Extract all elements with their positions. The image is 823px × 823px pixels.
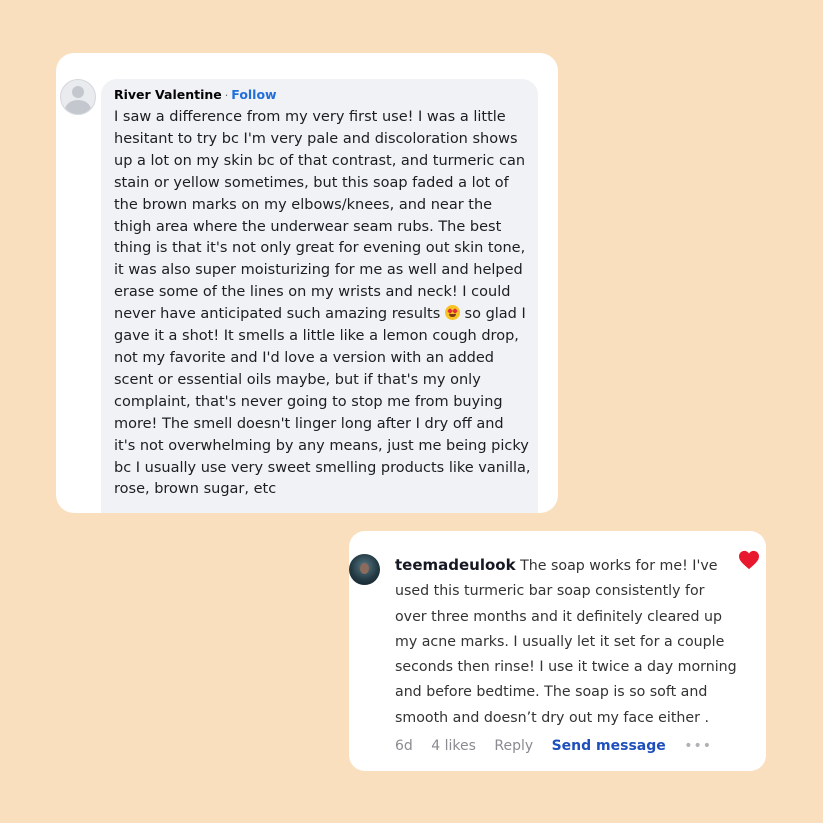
comment-line: thigh area where the underwear seam rubs… xyxy=(114,218,502,235)
comment-actions: 6d 4 likes Reply Send message ••• xyxy=(395,738,726,754)
heart-eyes-emoji-icon xyxy=(444,305,460,321)
facebook-comment-card: River Valentine · Follow I saw a differenc… xyxy=(56,53,558,513)
comment-line: erase some of the lines on my wrists and… xyxy=(114,284,511,301)
comment-content: teemadeulook The soap works for me! I've… xyxy=(395,553,737,731)
comment-line: used this turmeric bar soap consistently… xyxy=(395,583,705,600)
comment-line: smooth and doesn’t dry out my face eithe… xyxy=(395,709,709,726)
comment-line-with-emoji: never have anticipated such amazing resu… xyxy=(114,304,526,326)
commenter-username[interactable]: teemadeulook xyxy=(395,556,516,574)
like-count[interactable]: 4 likes xyxy=(431,738,476,754)
comment-line: stain or yellow sometimes, but this soap… xyxy=(114,174,509,191)
comment-line: more! The smell doesn't linger long afte… xyxy=(114,415,504,432)
send-message-button[interactable]: Send message xyxy=(552,738,666,754)
comment-line: my acne marks. I usually let it set for … xyxy=(395,633,725,650)
comment-time: 6d xyxy=(395,738,413,754)
comment-first-line: teemadeulook The soap works for me! I've xyxy=(395,553,720,579)
comment-line: it was also super moisturizing for me as… xyxy=(114,262,523,279)
separator-dot: · xyxy=(224,89,229,102)
comment-line: over three months and it definitely clea… xyxy=(395,608,723,625)
comment-line: hesitant to try bc I'm very pale and dis… xyxy=(114,130,518,147)
comment-line: bc I usually use very sweet smelling pro… xyxy=(114,459,531,476)
comment-line-part: The soap works for me! I've xyxy=(520,558,718,574)
like-heart-icon[interactable] xyxy=(738,550,760,572)
comment-line: up a lot on my skin bc of that contrast,… xyxy=(114,152,526,169)
comment-text: I saw a difference from my very first us… xyxy=(114,107,531,501)
comment-line-part: never have anticipated such amazing resu… xyxy=(114,306,441,323)
comment-line: the brown marks on my elbows/knees, and … xyxy=(114,196,493,213)
comment-line: thing is that it's not only great for ev… xyxy=(114,240,526,257)
user-avatar[interactable] xyxy=(349,554,380,585)
comment-line: it's not overwhelming by any means, just… xyxy=(114,437,529,454)
comment-line: seconds then rinse! I use it twice a day… xyxy=(395,659,737,676)
more-options-icon[interactable]: ••• xyxy=(684,738,712,754)
comment-line: gave it a shot! It smells a little like … xyxy=(114,328,519,345)
reply-button[interactable]: Reply xyxy=(494,738,533,754)
commenter-name[interactable]: River Valentine xyxy=(114,87,222,102)
default-avatar-icon[interactable] xyxy=(60,79,96,115)
comment-line: I saw a difference from my very first us… xyxy=(114,109,506,125)
comment-line: and before bedtime. The soap is so soft … xyxy=(395,684,708,701)
comment-line: not my favorite and I'd love a version w… xyxy=(114,349,494,366)
comment-line-part: so glad I xyxy=(464,306,526,323)
tiktok-comment-card: teemadeulook The soap works for me! I've… xyxy=(349,531,766,771)
follow-link[interactable]: Follow xyxy=(231,87,276,102)
comment-line: scent or essential oils maybe, but if th… xyxy=(114,371,481,388)
comment-line: complaint, that's never going to stop me… xyxy=(114,393,503,410)
comment-line: rose, brown sugar, etc xyxy=(114,481,277,498)
comment-header: River Valentine · Follow xyxy=(114,87,526,103)
comment-bubble: River Valentine · Follow I saw a differenc… xyxy=(101,79,538,513)
